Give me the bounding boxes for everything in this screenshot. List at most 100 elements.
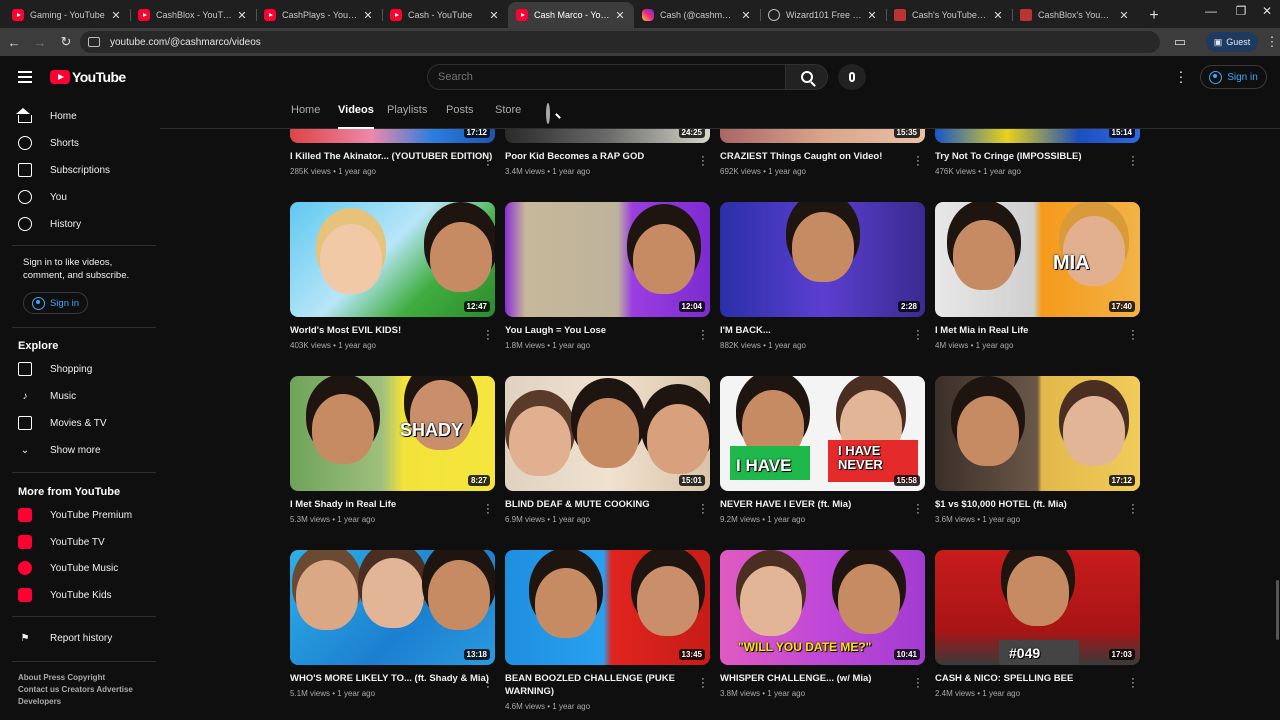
address-bar[interactable]: youtube.com/@cashmarco/videos: [80, 31, 1160, 53]
video-options-icon[interactable]: · · ·: [1130, 152, 1136, 171]
settings-menu-icon[interactable]: · · ·: [1176, 64, 1186, 88]
video-title[interactable]: BEAN BOOZLED CHALLENGE (PUKE WARNING): [505, 672, 710, 698]
tab-home[interactable]: Home: [291, 104, 320, 129]
footer-links[interactable]: About Press Copyright: [18, 673, 105, 682]
video-card[interactable]: MIA 17:40 · · · I Met Mia in Real Life 4M …: [935, 202, 1140, 350]
browser-tab-cash-marco[interactable]: Cash Marco - YouTube ✕: [508, 2, 634, 28]
minimize-icon[interactable]: —: [1196, 4, 1226, 18]
hamburger-menu-icon[interactable]: [18, 71, 32, 83]
sign-in-button[interactable]: Sign in: [1200, 65, 1267, 89]
video-title[interactable]: I Met Mia in Real Life: [935, 324, 1140, 337]
video-thumbnail[interactable]: 15:01: [505, 376, 710, 491]
video-title[interactable]: $1 vs $10,000 HOTEL (ft. Mia): [935, 498, 1140, 511]
close-tab-icon[interactable]: ✕: [362, 9, 374, 22]
video-card[interactable]: #049 17:03 · · · CASH & NICO: SPELLING BEE…: [935, 550, 1140, 698]
forward-button[interactable]: →: [28, 30, 52, 54]
video-title[interactable]: BLIND DEAF & MUTE COOKING: [505, 498, 710, 511]
video-options-icon[interactable]: · · ·: [485, 326, 491, 345]
sidebar-item-youtube-music[interactable]: YouTube Music: [18, 555, 158, 581]
browser-tab-wizard101[interactable]: Wizard101 Free Online ✕: [760, 2, 886, 28]
sidebar-item-youtube-kids[interactable]: YouTube Kids: [18, 582, 158, 608]
video-card[interactable]: I HAVE I HAVE NEVER 15:58 · · · NEVER HAVE…: [720, 376, 925, 524]
search-button[interactable]: [786, 64, 828, 90]
video-thumbnail[interactable]: "WILL YOU DATE ME?" 10:41: [720, 550, 925, 665]
sidebar-sign-in-button[interactable]: Sign in: [23, 292, 88, 314]
sidebar-item-subscriptions[interactable]: Subscriptions: [18, 157, 158, 183]
video-thumbnail[interactable]: 12:04: [505, 202, 710, 317]
video-card[interactable]: 17:12 · · · I Killed The Akinator... (YOUT…: [290, 129, 495, 176]
video-options-icon[interactable]: · · ·: [485, 500, 491, 519]
video-options-icon[interactable]: · · ·: [915, 326, 921, 345]
browser-tab-cashplays[interactable]: CashPlays - YouTube ✕: [256, 2, 382, 28]
sidebar-item-home[interactable]: Home: [16, 103, 158, 129]
video-title[interactable]: Poor Kid Becomes a RAP GOD: [505, 150, 710, 163]
video-thumbnail[interactable]: 15:14: [935, 129, 1140, 143]
close-window-icon[interactable]: ✕: [1252, 4, 1280, 18]
browser-tab-cash[interactable]: Cash - YouTube ✕: [382, 2, 508, 28]
tab-store[interactable]: Store: [495, 104, 521, 129]
sidebar-item-movies[interactable]: Movies & TV: [18, 410, 158, 436]
browser-tab-instagram[interactable]: Cash (@cashmarcoyt) ✕: [634, 2, 760, 28]
sidebar-item-music[interactable]: ♪ Music: [18, 383, 158, 409]
close-tab-icon[interactable]: ✕: [866, 9, 878, 22]
video-options-icon[interactable]: · · ·: [1130, 500, 1136, 519]
sidebar-item-youtube-tv[interactable]: YouTube TV: [18, 529, 158, 555]
footer-links[interactable]: Developers: [18, 697, 61, 706]
video-thumbnail[interactable]: 2:28: [720, 202, 925, 317]
browser-tab-gaming[interactable]: Gaming - YouTube ✕: [4, 2, 130, 28]
browser-tab-cashblox-stats[interactable]: CashBlox's YouTube Stats ✕: [1012, 2, 1138, 28]
voice-search-button[interactable]: [838, 64, 866, 90]
video-options-icon[interactable]: · · ·: [485, 674, 491, 693]
video-options-icon[interactable]: · · ·: [700, 674, 706, 693]
video-card[interactable]: 12:47 · · · World's Most EVIL KIDS! 403K v…: [290, 202, 495, 350]
sidebar-item-history[interactable]: History: [18, 211, 158, 237]
video-options-icon[interactable]: · · ·: [915, 674, 921, 693]
video-card[interactable]: 12:04 · · · You Laugh = You Lose 1.8M view…: [505, 202, 710, 350]
browser-tab-cash-stats[interactable]: Cash's YouTube Stats ✕: [886, 2, 1012, 28]
video-options-icon[interactable]: · · ·: [1130, 326, 1136, 345]
tab-posts[interactable]: Posts: [446, 104, 474, 129]
close-tab-icon[interactable]: ✕: [1118, 9, 1130, 22]
video-card[interactable]: 2:28 · · · I'M BACK... 882K views • 1 year…: [720, 202, 925, 350]
video-thumbnail[interactable]: I HAVE I HAVE NEVER 15:58: [720, 376, 925, 491]
close-tab-icon[interactable]: ✕: [236, 9, 248, 22]
video-thumbnail[interactable]: 13:18: [290, 550, 495, 665]
video-thumbnail[interactable]: MIA 17:40: [935, 202, 1140, 317]
video-thumbnail[interactable]: 17:12: [290, 129, 495, 143]
video-title[interactable]: Try Not To Cringe (IMPOSSIBLE): [935, 150, 1140, 163]
scrollbar-thumb[interactable]: [1276, 580, 1279, 640]
sidebar-item-shorts[interactable]: Shorts: [18, 130, 158, 156]
video-card[interactable]: 17:12 · · · $1 vs $10,000 HOTEL (ft. Mia) …: [935, 376, 1140, 524]
new-tab-button[interactable]: +: [1142, 4, 1166, 28]
close-tab-icon[interactable]: ✕: [110, 9, 122, 22]
site-info-icon[interactable]: [88, 37, 100, 47]
close-tab-icon[interactable]: ✕: [488, 9, 500, 22]
video-title[interactable]: I Killed The Akinator... (YOUTUBER EDITI…: [290, 150, 495, 163]
video-title[interactable]: I'M BACK...: [720, 324, 925, 337]
tab-videos[interactable]: Videos: [338, 104, 374, 129]
browser-menu-icon[interactable]: ⋮: [1264, 30, 1280, 54]
video-card[interactable]: 24:25 · · · Poor Kid Becomes a RAP GOD 3.4…: [505, 129, 710, 176]
video-options-icon[interactable]: · · ·: [700, 500, 706, 519]
video-card[interactable]: 15:01 · · · BLIND DEAF & MUTE COOKING 6.9M…: [505, 376, 710, 524]
video-thumbnail[interactable]: 12:47: [290, 202, 495, 317]
video-title[interactable]: CRAZIEST Things Caught on Video!: [720, 150, 925, 163]
video-thumbnail[interactable]: #049 17:03: [935, 550, 1140, 665]
video-card[interactable]: 15:35 · · · CRAZIEST Things Caught on Vide…: [720, 129, 925, 176]
video-card[interactable]: 13:18 · · · WHO'S MORE LIKELY TO... (ft. S…: [290, 550, 495, 698]
video-card[interactable]: 13:45 · · · BEAN BOOZLED CHALLENGE (PUKE W…: [505, 550, 710, 711]
sidebar-item-show-more[interactable]: ⌄ Show more: [18, 437, 158, 463]
video-thumbnail[interactable]: 17:12: [935, 376, 1140, 491]
cast-icon[interactable]: ▭: [1168, 30, 1192, 54]
video-card[interactable]: "WILL YOU DATE ME?" 10:41 · · · WHISPER CH…: [720, 550, 925, 698]
browser-tab-cashblox[interactable]: CashBlox - YouTube ✕: [130, 2, 256, 28]
close-tab-icon[interactable]: ✕: [614, 9, 626, 22]
profile-button[interactable]: ▣ Guest: [1206, 32, 1258, 52]
video-title[interactable]: World's Most EVIL KIDS!: [290, 324, 495, 337]
video-options-icon[interactable]: · · ·: [1130, 674, 1136, 693]
sidebar-item-youtube-premium[interactable]: YouTube Premium: [18, 502, 158, 528]
video-title[interactable]: NEVER HAVE I EVER (ft. Mia): [720, 498, 925, 511]
video-title[interactable]: WHISPER CHALLENGE... (w/ Mia): [720, 672, 925, 685]
video-thumbnail[interactable]: 13:45: [505, 550, 710, 665]
video-thumbnail[interactable]: SHADY 8:27: [290, 376, 495, 491]
